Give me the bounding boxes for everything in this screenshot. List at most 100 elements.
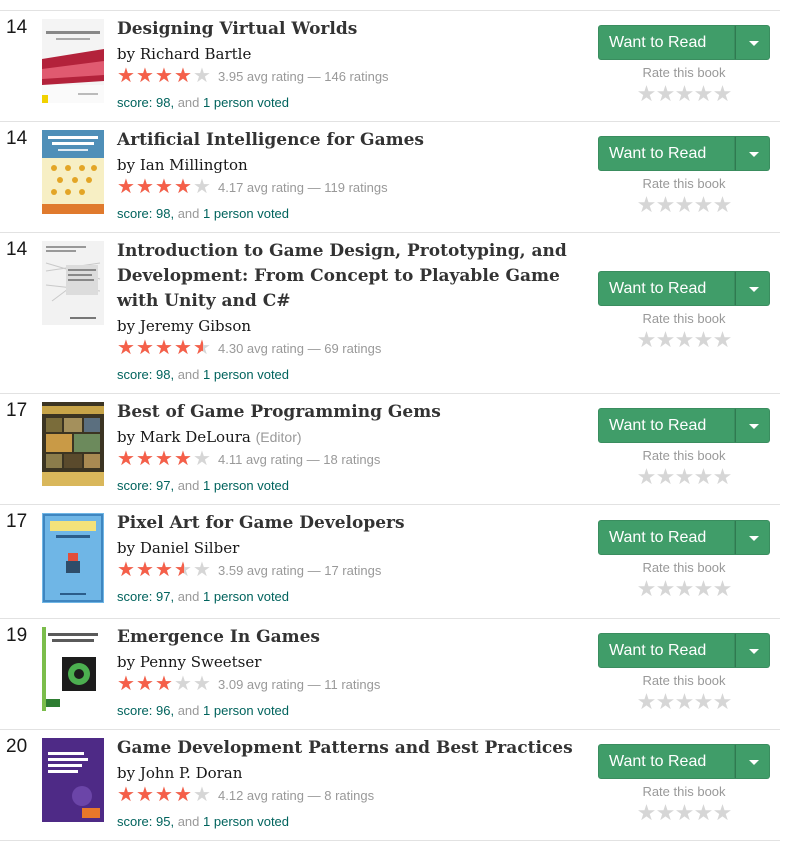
- rating-star-icon: ★: [193, 783, 211, 806]
- rate-star-icon[interactable]: ★: [637, 194, 657, 216]
- score-link[interactable]: score: 97,: [117, 478, 174, 493]
- shelf-dropdown-arrow-icon[interactable]: [735, 520, 770, 555]
- rate-star-icon[interactable]: ★: [713, 578, 733, 600]
- author-name[interactable]: John P. Doran: [140, 764, 243, 782]
- book-row: 19 Emergence In Games by Penny Sweetser …: [0, 619, 780, 730]
- book-cover[interactable]: [42, 19, 104, 103]
- want-to-read-button[interactable]: Want to Read: [598, 408, 735, 443]
- voters-link[interactable]: 1 person voted: [203, 814, 289, 829]
- voters-link[interactable]: 1 person voted: [203, 703, 289, 718]
- shelf-action: Want to Read Rate this book ★★★★★: [598, 744, 770, 824]
- rate-star-icon[interactable]: ★: [675, 578, 695, 600]
- shelf-dropdown-arrow-icon[interactable]: [735, 744, 770, 779]
- want-to-read-button[interactable]: Want to Read: [598, 633, 735, 668]
- rate-star-icon[interactable]: ★: [713, 329, 733, 351]
- rate-star-icon[interactable]: ★: [694, 578, 714, 600]
- rate-star-icon[interactable]: ★: [656, 466, 676, 488]
- author-name[interactable]: Richard Bartle: [140, 45, 251, 63]
- rate-star-icon[interactable]: ★: [694, 691, 714, 713]
- rating-star-icon: ★ ★: [117, 175, 135, 198]
- want-to-read-button[interactable]: Want to Read: [598, 136, 735, 171]
- rate-star-icon[interactable]: ★: [637, 802, 657, 824]
- author-name[interactable]: Penny Sweetser: [140, 653, 262, 671]
- rate-star-icon[interactable]: ★: [713, 194, 733, 216]
- voters-link[interactable]: 1 person voted: [203, 367, 289, 382]
- want-to-read-button[interactable]: Want to Read: [598, 271, 735, 306]
- rate-star-icon[interactable]: ★: [694, 802, 714, 824]
- rate-star-icon[interactable]: ★: [637, 83, 657, 105]
- author-name[interactable]: Mark DeLoura: [140, 428, 251, 446]
- book-cover[interactable]: [42, 513, 104, 603]
- shelf-dropdown-arrow-icon[interactable]: [735, 408, 770, 443]
- rate-star-icon[interactable]: ★: [656, 83, 676, 105]
- author-name[interactable]: Daniel Silber: [140, 539, 239, 557]
- rate-stars[interactable]: ★★★★★: [598, 329, 770, 351]
- book-cover[interactable]: [42, 738, 104, 822]
- rate-stars[interactable]: ★★★★★: [598, 802, 770, 824]
- score-link[interactable]: score: 97,: [117, 589, 174, 604]
- author-name[interactable]: Ian Millington: [140, 156, 248, 174]
- score-link[interactable]: score: 98,: [117, 367, 174, 382]
- rate-this-book-label: Rate this book: [642, 673, 726, 688]
- want-to-read-button[interactable]: Want to Read: [598, 25, 735, 60]
- voters-link[interactable]: 1 person voted: [203, 589, 289, 604]
- rate-stars[interactable]: ★★★★★: [598, 83, 770, 105]
- book-cover[interactable]: [42, 627, 104, 711]
- rate-star-icon[interactable]: ★: [713, 802, 733, 824]
- rating-star-icon: ★ ★: [174, 175, 192, 198]
- want-to-read-button[interactable]: Want to Read: [598, 520, 735, 555]
- rate-stars[interactable]: ★★★★★: [598, 194, 770, 216]
- rate-star-icon[interactable]: ★: [694, 466, 714, 488]
- score-link[interactable]: score: 96,: [117, 703, 174, 718]
- rate-star-icon[interactable]: ★: [656, 329, 676, 351]
- rating-star-icon: ★ ★: [155, 558, 173, 581]
- author-name[interactable]: Jeremy Gibson: [140, 317, 251, 335]
- rate-star-icon[interactable]: ★: [675, 466, 695, 488]
- rate-star-icon[interactable]: ★: [637, 329, 657, 351]
- rate-star-icon[interactable]: ★: [637, 691, 657, 713]
- book-title[interactable]: Pixel Art for Game Developers: [117, 511, 587, 536]
- shelf-dropdown-arrow-icon[interactable]: [735, 271, 770, 306]
- shelf-dropdown-arrow-icon[interactable]: [735, 25, 770, 60]
- rate-star-icon[interactable]: ★: [694, 194, 714, 216]
- voters-link[interactable]: 1 person voted: [203, 206, 289, 221]
- rate-star-icon[interactable]: ★: [656, 802, 676, 824]
- rate-star-icon[interactable]: ★: [694, 329, 714, 351]
- shelf-dropdown-arrow-icon[interactable]: [735, 633, 770, 668]
- rate-stars[interactable]: ★★★★★: [598, 691, 770, 713]
- voters-link[interactable]: 1 person voted: [203, 95, 289, 110]
- rate-star-icon[interactable]: ★: [637, 578, 657, 600]
- rate-star-icon[interactable]: ★: [675, 83, 695, 105]
- book-cover[interactable]: [42, 402, 104, 486]
- book-title[interactable]: Designing Virtual Worlds: [117, 17, 587, 42]
- rating-star-icon: ★ ★: [136, 672, 154, 695]
- book-title[interactable]: Artificial Intelligence for Games: [117, 128, 587, 153]
- rate-star-icon[interactable]: ★: [675, 802, 695, 824]
- rate-star-icon[interactable]: ★: [694, 83, 714, 105]
- rate-star-icon[interactable]: ★: [656, 691, 676, 713]
- rate-star-icon[interactable]: ★: [675, 691, 695, 713]
- voters-link[interactable]: 1 person voted: [203, 478, 289, 493]
- book-cover[interactable]: [42, 241, 104, 325]
- want-to-read-button[interactable]: Want to Read: [598, 744, 735, 779]
- rate-star-icon[interactable]: ★: [675, 194, 695, 216]
- rate-star-icon[interactable]: ★: [637, 466, 657, 488]
- book-cover[interactable]: [42, 130, 104, 214]
- shelf-dropdown-arrow-icon[interactable]: [735, 136, 770, 171]
- book-title[interactable]: Game Development Patterns and Best Pract…: [117, 736, 587, 761]
- score-link[interactable]: score: 98,: [117, 206, 174, 221]
- score-link[interactable]: score: 95,: [117, 814, 174, 829]
- rate-star-icon[interactable]: ★: [713, 466, 733, 488]
- book-title[interactable]: Emergence In Games: [117, 625, 587, 650]
- book-title[interactable]: Best of Game Programming Gems: [117, 400, 587, 425]
- rate-star-icon[interactable]: ★: [656, 578, 676, 600]
- rate-stars[interactable]: ★★★★★: [598, 578, 770, 600]
- rate-star-icon[interactable]: ★: [713, 83, 733, 105]
- rating-star-icon: ★ ★: [155, 64, 173, 87]
- rate-star-icon[interactable]: ★: [656, 194, 676, 216]
- rate-stars[interactable]: ★★★★★: [598, 466, 770, 488]
- score-link[interactable]: score: 98,: [117, 95, 174, 110]
- book-title[interactable]: Introduction to Game Design, Prototyping…: [117, 239, 587, 314]
- rate-star-icon[interactable]: ★: [713, 691, 733, 713]
- rate-star-icon[interactable]: ★: [675, 329, 695, 351]
